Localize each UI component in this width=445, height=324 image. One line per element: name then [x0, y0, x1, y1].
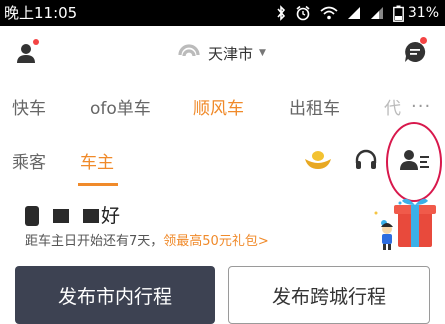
more-icon[interactable]: ···	[411, 98, 431, 116]
tab-ofo-bike[interactable]: ofo单车	[90, 95, 151, 123]
service-tabs: 快车 ofo单车 顺风车 出租车 代	[0, 95, 445, 123]
signal-icon	[347, 7, 360, 19]
battery-indicator: 31%	[392, 5, 439, 22]
notification-dot	[420, 37, 427, 44]
bluetooth-icon	[277, 5, 285, 21]
status-bar: 晚上11:05 31%	[0, 0, 445, 26]
alarm-icon	[296, 5, 310, 21]
tab-hitch[interactable]: 顺风车	[193, 95, 244, 123]
promo-line: 距车主日开始还有7天，领最高50元礼包>	[25, 233, 269, 251]
user-profile-button[interactable]	[16, 39, 40, 65]
tab-taxi[interactable]: 出租车	[289, 95, 340, 123]
gift-illustration[interactable]	[370, 193, 438, 253]
city-name: 天津市	[208, 44, 254, 63]
tab-express[interactable]: 快车	[12, 95, 46, 123]
promo-link[interactable]: 领最高50元礼包>	[163, 234, 268, 249]
messages-button[interactable]	[403, 37, 427, 64]
greeting: 好	[25, 203, 120, 229]
city-selector[interactable]: 天津市 ▼	[176, 39, 266, 67]
greeting-suffix: 好	[101, 205, 121, 227]
annotation-circle	[386, 122, 442, 202]
didi-logo-icon	[178, 44, 200, 57]
redacted-name	[25, 206, 39, 226]
signal-icon-2	[370, 7, 383, 19]
status-time: 晚上11:05	[4, 4, 78, 22]
wifi-icon	[320, 6, 338, 20]
tab-passenger[interactable]: 乘客	[12, 150, 46, 176]
gold-ingot-icon[interactable]	[303, 147, 333, 173]
active-tab-indicator	[78, 183, 118, 186]
tab-designated-driver[interactable]: 代	[384, 95, 401, 123]
publish-intercity-trip-button[interactable]: 发布跨城行程	[228, 266, 430, 324]
battery-percent: 31%	[407, 5, 439, 21]
redacted-name	[83, 209, 99, 223]
redacted-name	[53, 209, 69, 223]
tab-driver[interactable]: 车主	[80, 150, 114, 176]
caret-down-icon: ▼	[259, 48, 266, 58]
promo-text: 距车主日开始还有7天，	[25, 234, 164, 249]
headset-icon[interactable]	[354, 148, 378, 172]
notification-dot	[33, 39, 39, 45]
battery-icon	[392, 5, 404, 22]
publish-inner-city-trip-button[interactable]: 发布市内行程	[15, 266, 215, 324]
status-icons: 31%	[276, 3, 439, 23]
